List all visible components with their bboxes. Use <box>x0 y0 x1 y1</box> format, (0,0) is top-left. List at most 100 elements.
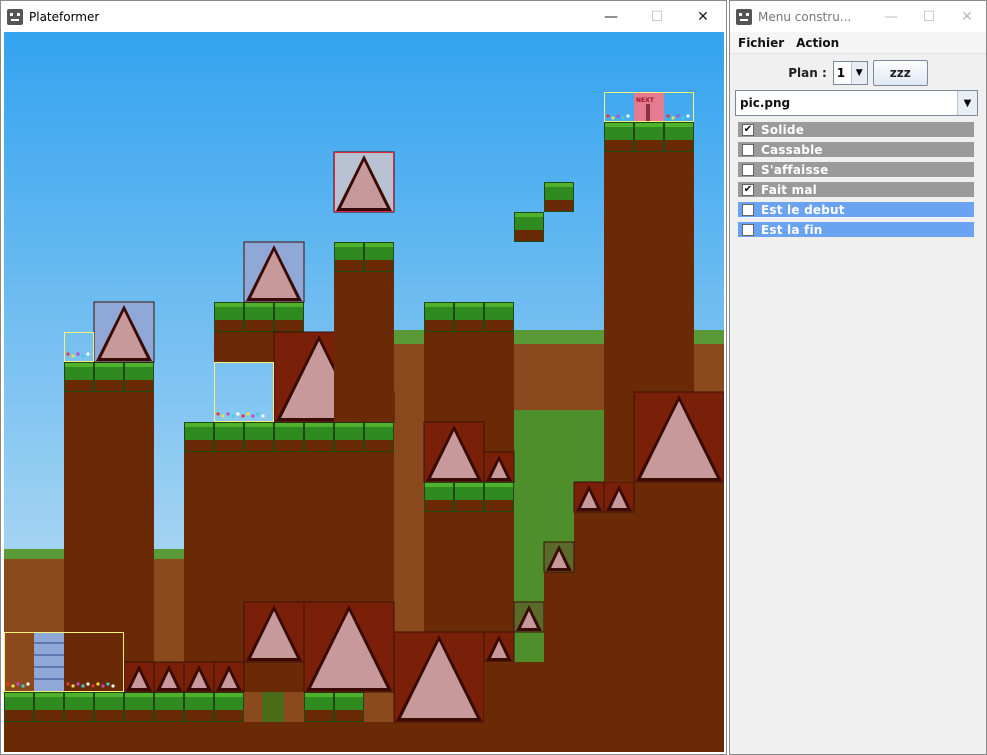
menu-action[interactable]: Action <box>796 36 839 50</box>
dirt-block <box>544 572 724 752</box>
menu-fichier[interactable]: Fichier <box>738 36 784 50</box>
game-window-title: Plateformer <box>29 10 100 24</box>
grass-tile <box>34 692 64 722</box>
flower <box>626 114 630 118</box>
flower <box>81 684 85 688</box>
ladder-rung <box>34 642 64 644</box>
texture-select[interactable]: pic.png ▼ <box>735 90 978 116</box>
grass-tile <box>544 182 574 212</box>
dirt-block <box>214 332 274 362</box>
end-sign-post <box>646 104 650 122</box>
spike-tile <box>513 601 545 633</box>
grass-tile <box>214 302 244 332</box>
property-checkbox[interactable] <box>742 203 754 216</box>
flower <box>251 414 255 418</box>
dirt-block <box>64 392 154 692</box>
flower <box>686 114 690 118</box>
spike-tile <box>303 601 395 693</box>
flower <box>111 684 115 688</box>
grass-tile <box>454 482 484 512</box>
grass-tile <box>214 692 244 722</box>
flower <box>226 412 230 416</box>
spike-tile <box>573 481 605 513</box>
ladder-block <box>34 632 64 692</box>
flower <box>91 684 95 688</box>
grass-tile <box>4 692 34 722</box>
property-row[interactable]: Est le debut <box>738 202 974 217</box>
level-view[interactable]: NEXT <box>4 32 724 752</box>
flower <box>676 114 680 118</box>
game-window: Plateformer — ☐ ✕ NEXT <box>0 0 727 755</box>
flower <box>606 114 610 118</box>
property-checkbox[interactable] <box>742 143 754 156</box>
flower <box>666 114 670 118</box>
ladder-rung <box>34 666 64 668</box>
zzz-button[interactable]: zzz <box>872 60 928 86</box>
grass-tile <box>364 422 394 452</box>
flower <box>26 682 30 686</box>
spike-tile <box>183 661 215 693</box>
spike-tile <box>633 391 724 483</box>
flower <box>101 684 105 688</box>
plan-value: 1 <box>836 66 846 80</box>
close-button[interactable]: ✕ <box>680 1 726 33</box>
property-row[interactable]: Cassable <box>738 142 974 157</box>
property-row[interactable]: ✔ Solide <box>738 122 974 137</box>
dirt-block <box>484 662 544 752</box>
ladder-rung <box>34 654 64 656</box>
spike-tile <box>423 421 485 483</box>
minimize-button[interactable]: — <box>588 1 634 33</box>
property-checkbox[interactable]: ✔ <box>742 183 754 196</box>
plan-select[interactable]: 1 ▼ <box>832 61 868 85</box>
game-titlebar[interactable]: Plateformer — ☐ ✕ <box>1 1 726 33</box>
grass-tile <box>634 122 664 152</box>
flower <box>11 684 15 688</box>
flower <box>621 116 625 120</box>
grass-tile <box>514 212 544 242</box>
property-label: Est le debut <box>761 202 845 217</box>
spike-tile <box>393 631 485 723</box>
smiley-app-icon <box>7 9 23 25</box>
maximize-button[interactable]: ☐ <box>634 1 680 33</box>
flower <box>611 116 615 120</box>
maximize-button[interactable]: ☐ <box>910 1 948 33</box>
plan-label: Plan : <box>788 66 827 80</box>
flower <box>21 684 25 688</box>
flower <box>241 414 245 418</box>
grass-tile <box>304 692 334 722</box>
flower <box>6 682 10 686</box>
flower <box>256 412 260 416</box>
dirt-block <box>574 512 724 572</box>
flower <box>231 414 235 418</box>
minimize-button[interactable]: — <box>872 1 910 33</box>
end-sign-text: NEXT <box>636 97 655 104</box>
chevron-down-icon[interactable]: ▼ <box>850 62 867 84</box>
grass-tile <box>424 482 454 512</box>
flower <box>66 352 70 356</box>
game-canvas[interactable]: NEXT <box>4 32 724 752</box>
spike-tile <box>543 541 575 573</box>
property-checkbox[interactable]: ✔ <box>742 123 754 136</box>
property-checkbox[interactable] <box>742 223 754 236</box>
property-label: Solide <box>761 122 805 137</box>
property-checkbox[interactable] <box>742 163 754 176</box>
grass-tile <box>334 242 364 272</box>
flower <box>71 354 75 358</box>
builder-titlebar[interactable]: Menu constru... — ☐ ✕ <box>730 1 986 33</box>
grass-tile <box>304 422 334 452</box>
grass-tile <box>484 482 514 512</box>
flower <box>81 354 85 358</box>
property-row[interactable]: S'affaisse <box>738 162 974 177</box>
property-row[interactable]: ✔ Fait mal <box>738 182 974 197</box>
plan-row: Plan : 1 ▼ zzz <box>730 60 986 86</box>
property-label: Cassable <box>761 142 823 157</box>
chevron-down-icon[interactable]: ▼ <box>957 91 977 115</box>
dirt-block <box>334 272 394 422</box>
grass-tile <box>424 302 454 332</box>
close-button[interactable]: ✕ <box>948 1 986 33</box>
property-row[interactable]: Est la fin <box>738 222 974 237</box>
flower <box>16 682 20 686</box>
ladder-rung <box>34 678 64 680</box>
grass-tile <box>244 422 274 452</box>
grass-tile <box>604 122 634 152</box>
